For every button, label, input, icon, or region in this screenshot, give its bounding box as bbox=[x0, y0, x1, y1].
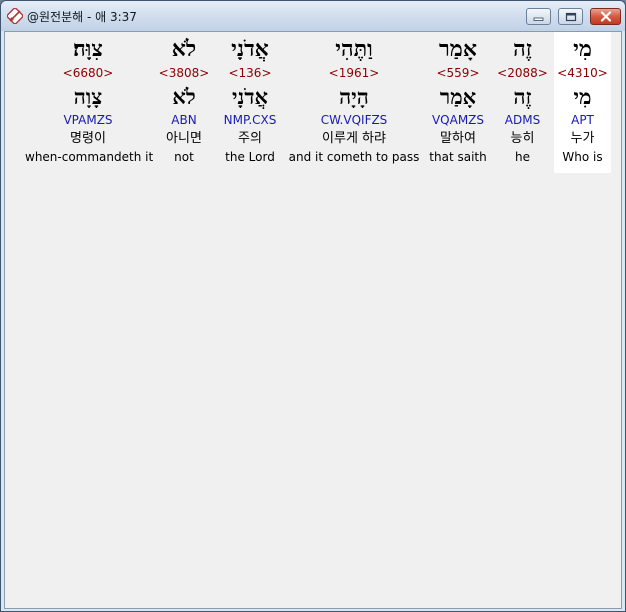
english-gloss: Who is bbox=[562, 150, 603, 164]
strong-number[interactable]: <136> bbox=[218, 65, 282, 81]
korean-gloss: 아니면 bbox=[166, 131, 202, 146]
window-title: @원전분해 - 애 3:37 bbox=[27, 10, 137, 24]
hebrew-word-form: מִי bbox=[573, 36, 592, 62]
minimize-icon bbox=[533, 17, 544, 21]
morphology-code: NMP.CXS bbox=[223, 113, 277, 127]
title-bar[interactable]: @원전분해 - 애 3:37 bbox=[1, 1, 625, 31]
strong-number[interactable]: <2088> bbox=[495, 65, 550, 81]
hebrew-word-form: אָמַר bbox=[439, 36, 477, 62]
korean-gloss: 말하여 bbox=[440, 131, 476, 146]
app-tools-icon[interactable] bbox=[6, 7, 24, 25]
morphology-code: ABN bbox=[171, 113, 197, 127]
english-gloss: the Lord bbox=[225, 150, 275, 164]
maximize-button[interactable] bbox=[558, 8, 583, 25]
analysis-pane[interactable]: מִי <4310> מִי APT 누가 Who is זֶה <2088> … bbox=[4, 31, 622, 609]
morphology-code: ADMS bbox=[504, 113, 541, 127]
korean-gloss: 능히 bbox=[510, 131, 535, 146]
hebrew-word-form: וַתֶּהִי bbox=[335, 36, 373, 62]
hebrew-lemma: אָמַר bbox=[439, 84, 477, 109]
hebrew-word-form: לֹא bbox=[171, 36, 197, 62]
korean-gloss: 누가 bbox=[570, 131, 595, 146]
strong-number[interactable]: <6680> bbox=[25, 65, 151, 81]
english-gloss: and it cometh to pass bbox=[288, 150, 420, 164]
main-window: @원전분해 - 애 3:37 מִי <4310> מִי APT 누가 Who… bbox=[0, 0, 626, 612]
hebrew-lemma: צָוָה bbox=[73, 84, 103, 109]
hebrew-word-form: צִוָּה׃ bbox=[73, 36, 103, 62]
word-column[interactable]: וַתֶּהִי <1961> הָיָה CW.VQIFZS 이루게 하랴 a… bbox=[288, 32, 420, 173]
word-column[interactable]: מִי <4310> מִי APT 누가 Who is bbox=[554, 32, 611, 173]
minimize-button[interactable] bbox=[526, 8, 551, 25]
morphology-code: VPAMZS bbox=[63, 113, 113, 127]
english-gloss: that saith bbox=[429, 150, 487, 164]
word-column[interactable]: אָמַר <559> אָמַר VQAMZS 말하여 that saith bbox=[425, 32, 491, 173]
korean-gloss: 이루게 하랴 bbox=[322, 131, 386, 146]
english-gloss: when-commandeth it bbox=[25, 150, 154, 164]
hebrew-lemma: מִי bbox=[573, 84, 592, 109]
hebrew-word-form: זֶה bbox=[513, 36, 532, 62]
hebrew-lemma: לֹא bbox=[172, 84, 196, 109]
word-column[interactable]: אֲדֹנָי <136> אֲדֹנָי NMP.CXS 주의 the Lor… bbox=[218, 32, 282, 173]
word-column[interactable]: זֶה <2088> זֶה ADMS 능히 he bbox=[495, 32, 550, 173]
word-column[interactable]: לֹא <3808> לֹא ABN 아니면 not bbox=[158, 32, 210, 173]
hebrew-lemma: אֲדֹנָי bbox=[232, 84, 268, 109]
word-column[interactable]: צִוָּה׃ <6680> צָוָה VPAMZS 명령이 when-com… bbox=[25, 32, 154, 173]
close-button[interactable] bbox=[590, 8, 621, 25]
strong-number[interactable]: <1961> bbox=[288, 65, 420, 81]
morphology-code: CW.VQIFZS bbox=[320, 113, 388, 127]
close-icon bbox=[600, 11, 611, 22]
hebrew-lemma: זֶה bbox=[513, 84, 532, 109]
hebrew-word-form: אֲדֹנָי bbox=[231, 36, 269, 62]
hebrew-lemma: הָיָה bbox=[339, 84, 369, 109]
korean-gloss: 명령이 bbox=[70, 131, 106, 146]
english-gloss: not bbox=[174, 150, 194, 164]
morphology-code: APT bbox=[571, 113, 594, 127]
strong-number[interactable]: <559> bbox=[425, 65, 491, 81]
korean-gloss: 주의 bbox=[238, 131, 262, 146]
maximize-icon bbox=[565, 12, 576, 21]
english-gloss: he bbox=[515, 150, 530, 164]
strong-number[interactable]: <4310> bbox=[554, 65, 611, 81]
strong-number[interactable]: <3808> bbox=[158, 65, 210, 81]
morphology-code: VQAMZS bbox=[431, 113, 485, 127]
